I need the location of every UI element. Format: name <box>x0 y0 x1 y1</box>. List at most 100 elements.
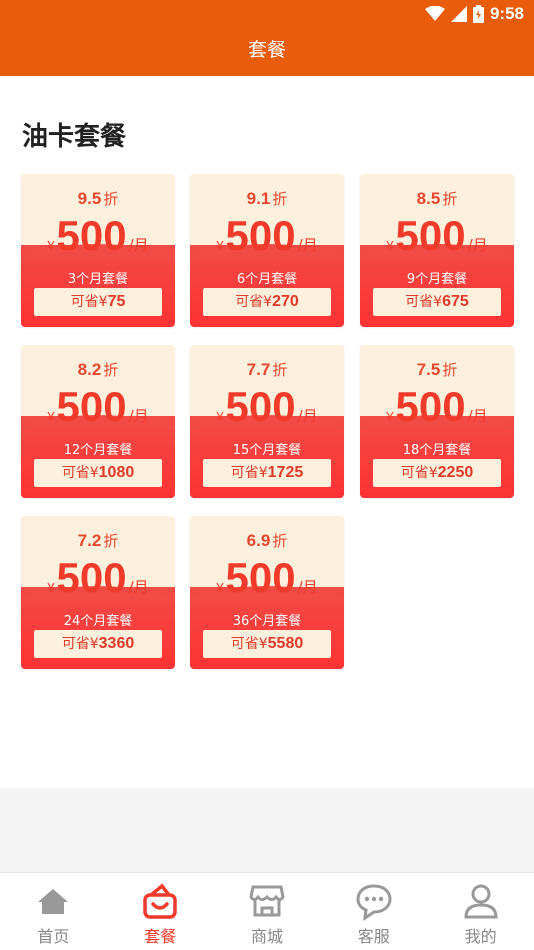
battery-icon <box>472 5 484 23</box>
package-bag-icon <box>140 881 180 921</box>
package-name: 18个月套餐 <box>402 443 472 458</box>
save-amount: 5580 <box>267 635 304 652</box>
discount-value: 7.7 <box>246 360 271 379</box>
wifi-icon <box>424 6 445 21</box>
price-unit: /月 <box>128 407 149 425</box>
package-name: 6个月套餐 <box>236 272 298 287</box>
price-label: ¥500/月 <box>21 554 175 602</box>
user-icon <box>461 881 501 921</box>
price-unit: /月 <box>467 236 488 254</box>
app-bar: 套餐 <box>0 30 534 76</box>
package-name: 9个月套餐 <box>406 272 468 287</box>
save-prefix: 可省 <box>70 294 99 310</box>
status-icons: 9:58 <box>424 4 524 24</box>
save-prefix: 可省 <box>400 465 429 481</box>
save-prefix: 可省 <box>230 465 259 481</box>
plan-card[interactable]: 7.2 折 ¥500/月 24个月套餐 可省¥3360 <box>21 516 175 669</box>
discount-label: 8.5 折 <box>360 188 514 209</box>
save-amount: 270 <box>272 293 299 310</box>
discount-label: 7.5 折 <box>360 359 514 380</box>
discount-value: 6.9 <box>246 531 271 550</box>
tab-user[interactable]: 我的 <box>427 873 534 950</box>
price-value: 500 <box>395 212 466 259</box>
price-unit: /月 <box>467 407 488 425</box>
save-prefix: 可省 <box>235 294 264 310</box>
plan-card[interactable]: 8.5 折 ¥500/月 9个月套餐 可省¥675 <box>360 174 514 327</box>
currency-symbol: ¥ <box>47 580 55 595</box>
tab-chat[interactable]: 客服 <box>320 873 427 950</box>
save-badge: 可省¥75 <box>34 288 162 316</box>
plan-card[interactable]: 8.2 折 ¥500/月 12个月套餐 可省¥1080 <box>21 345 175 498</box>
save-amount: 675 <box>442 293 469 310</box>
plan-card[interactable]: 9.1 折 ¥500/月 6个月套餐 可省¥270 <box>190 174 344 327</box>
save-currency: ¥ <box>263 294 273 310</box>
save-currency: ¥ <box>258 636 268 652</box>
save-badge: 可省¥675 <box>373 288 501 316</box>
price-unit: /月 <box>297 236 318 254</box>
price-value: 500 <box>225 383 296 430</box>
tab-package-bag[interactable]: 套餐 <box>107 873 214 950</box>
save-currency: ¥ <box>428 465 438 481</box>
discount-label: 8.2 折 <box>21 359 175 380</box>
save-currency: ¥ <box>433 294 443 310</box>
tab-label: 商城 <box>250 927 283 946</box>
tab-store[interactable]: 商城 <box>214 873 321 950</box>
package-name: 12个月套餐 <box>63 443 133 458</box>
price-value: 500 <box>225 554 296 601</box>
home-icon <box>33 881 73 921</box>
plan-card[interactable]: 6.9 折 ¥500/月 36个月套餐 可省¥5580 <box>190 516 344 669</box>
tab-label: 客服 <box>357 927 390 946</box>
discount-value: 8.2 <box>77 360 102 379</box>
plan-card[interactable]: 9.5 折 ¥500/月 3个月套餐 可省¥75 <box>21 174 175 327</box>
discount-suffix: 折 <box>103 190 119 208</box>
currency-symbol: ¥ <box>216 238 224 253</box>
discount-label: 7.2 折 <box>21 530 175 551</box>
price-unit: /月 <box>128 236 149 254</box>
save-prefix: 可省 <box>230 636 259 652</box>
package-name: 3个月套餐 <box>67 272 129 287</box>
price-label: ¥500/月 <box>360 212 514 260</box>
save-badge: 可省¥3360 <box>34 630 162 658</box>
save-currency: ¥ <box>98 294 108 310</box>
tab-label: 首页 <box>37 927 70 946</box>
store-icon <box>247 881 287 921</box>
price-label: ¥500/月 <box>21 212 175 260</box>
currency-symbol: ¥ <box>386 238 394 253</box>
save-amount: 75 <box>107 293 126 310</box>
price-label: ¥500/月 <box>190 554 344 602</box>
save-badge: 可省¥1725 <box>203 459 331 487</box>
save-currency: ¥ <box>258 465 268 481</box>
price-value: 500 <box>56 383 127 430</box>
package-name: 36个月套餐 <box>232 614 302 629</box>
discount-suffix: 折 <box>272 361 288 379</box>
currency-symbol: ¥ <box>216 580 224 595</box>
status-bar: 9:58 <box>0 0 534 30</box>
plan-card[interactable]: 7.5 折 ¥500/月 18个月套餐 可省¥2250 <box>360 345 514 498</box>
discount-value: 8.5 <box>416 189 441 208</box>
save-badge: 可省¥2250 <box>373 459 501 487</box>
package-name: 24个月套餐 <box>63 614 133 629</box>
tab-label: 套餐 <box>144 927 177 946</box>
discount-suffix: 折 <box>103 361 119 379</box>
signal-icon <box>450 6 467 22</box>
price-label: ¥500/月 <box>190 212 344 260</box>
save-prefix: 可省 <box>61 636 90 652</box>
main-content: 油卡套餐 9.5 折 ¥500/月 3个月套餐 可省¥75 9.1 折 ¥500/月… <box>0 76 534 788</box>
page-title: 套餐 <box>247 39 286 61</box>
save-prefix: 可省 <box>405 294 434 310</box>
save-amount: 3360 <box>98 635 135 652</box>
tab-home[interactable]: 首页 <box>0 873 107 950</box>
save-amount: 1080 <box>98 464 135 481</box>
save-prefix: 可省 <box>61 465 90 481</box>
save-currency: ¥ <box>89 636 99 652</box>
bottom-tab-bar: 首页 套餐 商城 客服 我的 <box>0 872 534 950</box>
discount-value: 7.2 <box>77 531 102 550</box>
price-value: 500 <box>225 212 296 259</box>
currency-symbol: ¥ <box>386 409 394 424</box>
price-value: 500 <box>395 383 466 430</box>
save-currency: ¥ <box>89 465 99 481</box>
discount-label: 9.1 折 <box>190 188 344 209</box>
save-amount: 1725 <box>267 464 304 481</box>
discount-label: 7.7 折 <box>190 359 344 380</box>
plan-card[interactable]: 7.7 折 ¥500/月 15个月套餐 可省¥1725 <box>190 345 344 498</box>
